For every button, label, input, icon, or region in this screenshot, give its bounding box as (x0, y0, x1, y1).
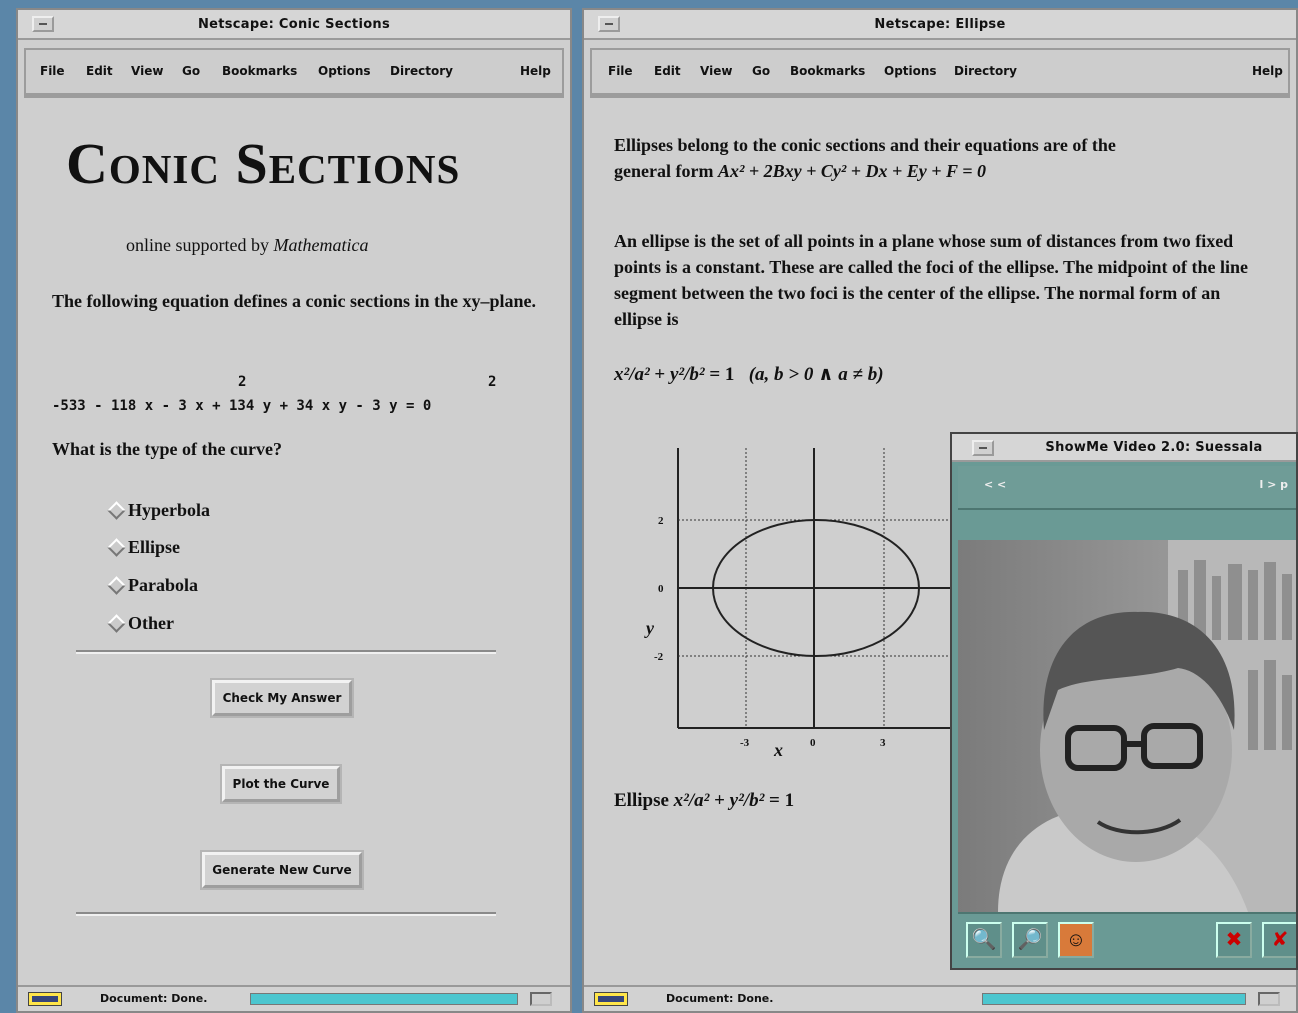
toolbar-strip (958, 510, 1296, 540)
conic-sections-window: Netscape: Conic Sections File Edit View … (16, 8, 572, 1013)
y-tick-label: 2 (658, 515, 664, 527)
x-tick-label: -3 (740, 737, 750, 749)
title-bar[interactable]: Netscape: Ellipse (584, 10, 1296, 40)
x-tick-label: 0 (810, 737, 816, 749)
page-title: Conic Sections (66, 131, 461, 196)
status-bar: Document: Done. (584, 985, 1296, 1011)
menu-view[interactable]: View (700, 64, 732, 78)
status-text: Document: Done. (100, 992, 208, 1005)
video-controls: 🔍 🔎 ☺ ✖ ✘ (958, 912, 1296, 968)
status-text: Document: Done. (666, 992, 774, 1005)
intro-text: The following equation defines a conic s… (52, 291, 537, 311)
progress-bar (982, 993, 1246, 1005)
window-title: ShowMe Video 2.0: Suessala (1045, 440, 1263, 455)
menu-view[interactable]: View (131, 64, 163, 78)
menu-edit[interactable]: Edit (654, 64, 681, 78)
title-bar[interactable]: ShowMe Video 2.0: Suessala (952, 434, 1296, 462)
menu-bookmarks[interactable]: Bookmarks (790, 64, 865, 78)
menu-file[interactable]: File (40, 64, 65, 78)
equation-exponent: 2 (238, 374, 247, 390)
zoom-out-icon[interactable]: 🔍 (966, 922, 1002, 958)
radio-diamond-icon[interactable] (107, 614, 126, 633)
menu-bar: File Edit View Go Bookmarks Options Dire… (24, 48, 564, 98)
hangup-icon[interactable]: ✖ (1216, 922, 1252, 958)
showme-video-window: ShowMe Video 2.0: Suessala < < l > p 🔍 🔎… (950, 432, 1298, 970)
menu-directory[interactable]: Directory (390, 64, 453, 78)
menu-go[interactable]: Go (182, 64, 200, 78)
check-answer-button[interactable]: Check My Answer (212, 680, 352, 716)
status-bar: Document: Done. (18, 985, 570, 1011)
ellipse-definition: An ellipse is the set of all points in a… (614, 231, 1249, 329)
close-icon[interactable]: ✘ (1262, 922, 1296, 958)
divider (76, 650, 496, 654)
menu-directory[interactable]: Directory (954, 64, 1017, 78)
toolbar-right-controls[interactable]: l > p (1259, 478, 1288, 491)
progress-end-box (530, 992, 552, 1006)
menu-file[interactable]: File (608, 64, 633, 78)
menu-options[interactable]: Options (884, 64, 937, 78)
subtitle: online supported by Mathematica (126, 235, 369, 255)
y-axis-label: y (644, 618, 655, 638)
person-icon[interactable]: ☺ (1058, 922, 1094, 958)
menu-edit[interactable]: Edit (86, 64, 113, 78)
security-key-icon[interactable] (28, 992, 62, 1006)
x-axis-label: x (773, 740, 783, 760)
toolbar-left-controls[interactable]: < < (984, 478, 1006, 491)
radio-diamond-icon[interactable] (107, 576, 126, 595)
menu-bookmarks[interactable]: Bookmarks (222, 64, 297, 78)
window-title: Netscape: Ellipse (874, 17, 1006, 32)
window-menu-icon[interactable] (972, 440, 994, 456)
radio-diamond-icon[interactable] (107, 538, 126, 557)
generate-new-curve-button[interactable]: Generate New Curve (202, 852, 362, 888)
equation-exponent-2: 2 (488, 374, 497, 390)
plot-curve-button[interactable]: Plot the Curve (222, 766, 340, 802)
question: What is the type of the curve? (52, 439, 282, 459)
video-toolbar: < < l > p (958, 466, 1296, 510)
divider (76, 912, 496, 916)
security-key-icon[interactable] (594, 992, 628, 1006)
normal-form: x²/a² + y²/b² = 1 (a, b > 0 ∧ a ≠ b) (614, 364, 884, 385)
video-frame (958, 540, 1296, 912)
menu-go[interactable]: Go (752, 64, 770, 78)
x-tick-label: 3 (880, 737, 886, 749)
menu-bar: File Edit View Go Bookmarks Options Dire… (590, 48, 1290, 98)
menu-help[interactable]: Help (1252, 64, 1283, 78)
zoom-in-icon[interactable]: 🔎 (1012, 922, 1048, 958)
ellipse-plot: 2 0 -2 -3 0 3 x y (644, 448, 1004, 760)
y-tick-label: -2 (654, 651, 664, 663)
ellipse-intro: Ellipses belong to the conic sections an… (614, 135, 1116, 181)
menu-options[interactable]: Options (318, 64, 371, 78)
progress-bar (250, 993, 518, 1005)
window-title: Netscape: Conic Sections (197, 17, 391, 32)
menu-help[interactable]: Help (520, 64, 551, 78)
y-tick-label: 0 (658, 583, 664, 595)
progress-end-box (1258, 992, 1280, 1006)
title-bar[interactable]: Netscape: Conic Sections (18, 10, 570, 40)
plot-caption: Ellipse x²/a² + y²/b² = 1 (614, 790, 795, 811)
radio-diamond-icon[interactable] (107, 501, 126, 520)
